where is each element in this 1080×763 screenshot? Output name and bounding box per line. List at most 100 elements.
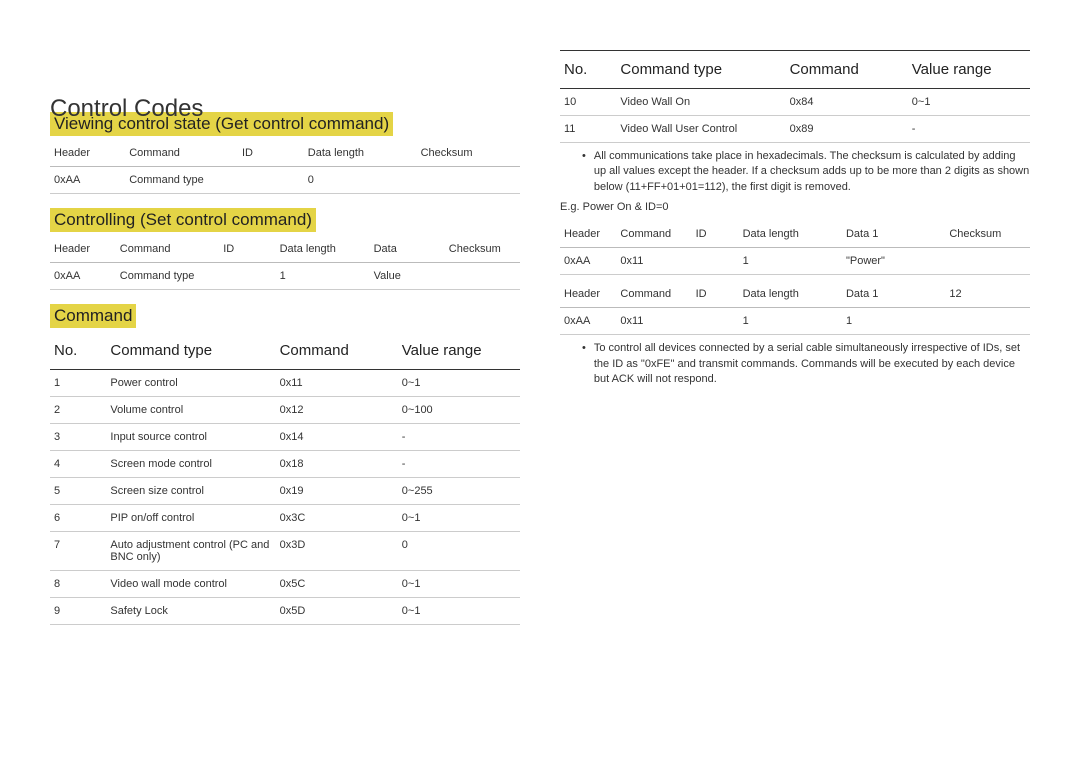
- cell: [417, 167, 520, 194]
- col-header: Data 1: [842, 281, 945, 308]
- col-header: Command: [116, 236, 219, 263]
- col-header: Command: [125, 140, 238, 167]
- cell: 9: [50, 598, 106, 625]
- note-text: To control all devices connected by a se…: [594, 341, 1030, 387]
- cell: [219, 263, 275, 290]
- page-columns: Viewing control state (Get control comma…: [50, 50, 1030, 625]
- section-heading-controlling: Controlling (Set control command): [50, 208, 316, 232]
- col-header: ID: [219, 236, 275, 263]
- col-range: Value range: [908, 51, 1030, 89]
- cell: 0xAA: [50, 167, 125, 194]
- table-row: Header Command ID Data length Data 1 Che…: [560, 221, 1030, 248]
- cell: Command type: [125, 167, 238, 194]
- col-header: Header: [50, 236, 116, 263]
- cell: Power control: [106, 370, 275, 397]
- set-command-table: Header Command ID Data length Data Check…: [50, 236, 520, 290]
- table-row: 4Screen mode control0x18-: [50, 451, 520, 478]
- table-row: 1Power control0x110~1: [50, 370, 520, 397]
- cell: Safety Lock: [106, 598, 275, 625]
- command-table-right: No. Command type Command Value range 10V…: [560, 50, 1030, 143]
- table-header-row: No. Command type Command Value range: [50, 332, 520, 370]
- cell: 0~1: [398, 598, 520, 625]
- col-header: Header: [50, 140, 125, 167]
- col-header: ID: [238, 140, 304, 167]
- cell: 2: [50, 397, 106, 424]
- col-cmd: Command: [786, 51, 908, 89]
- cell: [945, 308, 1030, 335]
- col-no: No.: [560, 51, 616, 89]
- cell: PIP on/off control: [106, 505, 275, 532]
- cell: 0: [398, 532, 520, 571]
- col-header: Data length: [304, 140, 417, 167]
- cell: [692, 308, 739, 335]
- command-rows-right: 10Video Wall On0x840~111Video Wall User …: [560, 89, 1030, 143]
- cell: Volume control: [106, 397, 275, 424]
- cell: 0x11: [616, 308, 691, 335]
- cell: 11: [560, 116, 616, 143]
- cell: 0x5C: [276, 571, 398, 598]
- note-broadcast: • To control all devices connected by a …: [560, 335, 1030, 391]
- example-label: E.g. Power On & ID=0: [560, 199, 1030, 221]
- command-rows-left: 1Power control0x110~12Volume control0x12…: [50, 370, 520, 625]
- col-header: Data 1: [842, 221, 945, 248]
- cell: 7: [50, 532, 106, 571]
- cell: 1: [50, 370, 106, 397]
- table-row: Header Command ID Data length Checksum: [50, 140, 520, 167]
- table-row: 2Volume control0x120~100: [50, 397, 520, 424]
- cell: 0~255: [398, 478, 520, 505]
- cell: -: [398, 424, 520, 451]
- cell: Screen size control: [106, 478, 275, 505]
- cell: [945, 248, 1030, 275]
- cell: 5: [50, 478, 106, 505]
- cell: 0x11: [276, 370, 398, 397]
- table-row: 7Auto adjustment control (PC and BNC onl…: [50, 532, 520, 571]
- col-header: Command: [616, 281, 691, 308]
- table-row: Header Command ID Data length Data Check…: [50, 236, 520, 263]
- cell: Input source control: [106, 424, 275, 451]
- table-header-row: No. Command type Command Value range: [560, 51, 1030, 89]
- col-header: Checksum: [417, 140, 520, 167]
- cell: 0: [304, 167, 417, 194]
- bullet-icon: •: [582, 341, 586, 387]
- cell: [445, 263, 520, 290]
- cell: 0x19: [276, 478, 398, 505]
- cell: 4: [50, 451, 106, 478]
- cell: 0x3D: [276, 532, 398, 571]
- command-table-left: No. Command type Command Value range 1Po…: [50, 332, 520, 625]
- note-checksum: • All communications take place in hexad…: [560, 143, 1030, 199]
- table-row: 10Video Wall On0x840~1: [560, 89, 1030, 116]
- col-type: Command type: [616, 51, 785, 89]
- cell: -: [398, 451, 520, 478]
- cell: 0x5D: [276, 598, 398, 625]
- cell: 0x11: [616, 248, 691, 275]
- cell: [238, 167, 304, 194]
- col-header: Data length: [739, 281, 842, 308]
- col-header: Header: [560, 281, 616, 308]
- table-row: 11Video Wall User Control0x89-: [560, 116, 1030, 143]
- cell: "Power": [842, 248, 945, 275]
- cell: 0x3C: [276, 505, 398, 532]
- cell: 0~1: [398, 571, 520, 598]
- col-header: Data: [370, 236, 445, 263]
- cell: 0x84: [786, 89, 908, 116]
- bullet-icon: •: [582, 149, 586, 195]
- cell: 0x18: [276, 451, 398, 478]
- col-header: Data length: [276, 236, 370, 263]
- table-row: 5Screen size control0x190~255: [50, 478, 520, 505]
- cell: Value: [370, 263, 445, 290]
- table-row: 3Input source control0x14-: [50, 424, 520, 451]
- section-heading-command: Command: [50, 304, 136, 328]
- cell: Command type: [116, 263, 219, 290]
- cell: 0~1: [398, 505, 520, 532]
- cell: 1: [739, 248, 842, 275]
- cell: 0xAA: [50, 263, 116, 290]
- cell: 0xAA: [560, 308, 616, 335]
- table-row: 0xAA Command type 1 Value: [50, 263, 520, 290]
- cell: -: [908, 116, 1030, 143]
- get-command-table: Header Command ID Data length Checksum 0…: [50, 140, 520, 194]
- cell: 6: [50, 505, 106, 532]
- col-header: Checksum: [445, 236, 520, 263]
- col-header: ID: [692, 221, 739, 248]
- left-column: Viewing control state (Get control comma…: [50, 50, 520, 625]
- cell: 1: [276, 263, 370, 290]
